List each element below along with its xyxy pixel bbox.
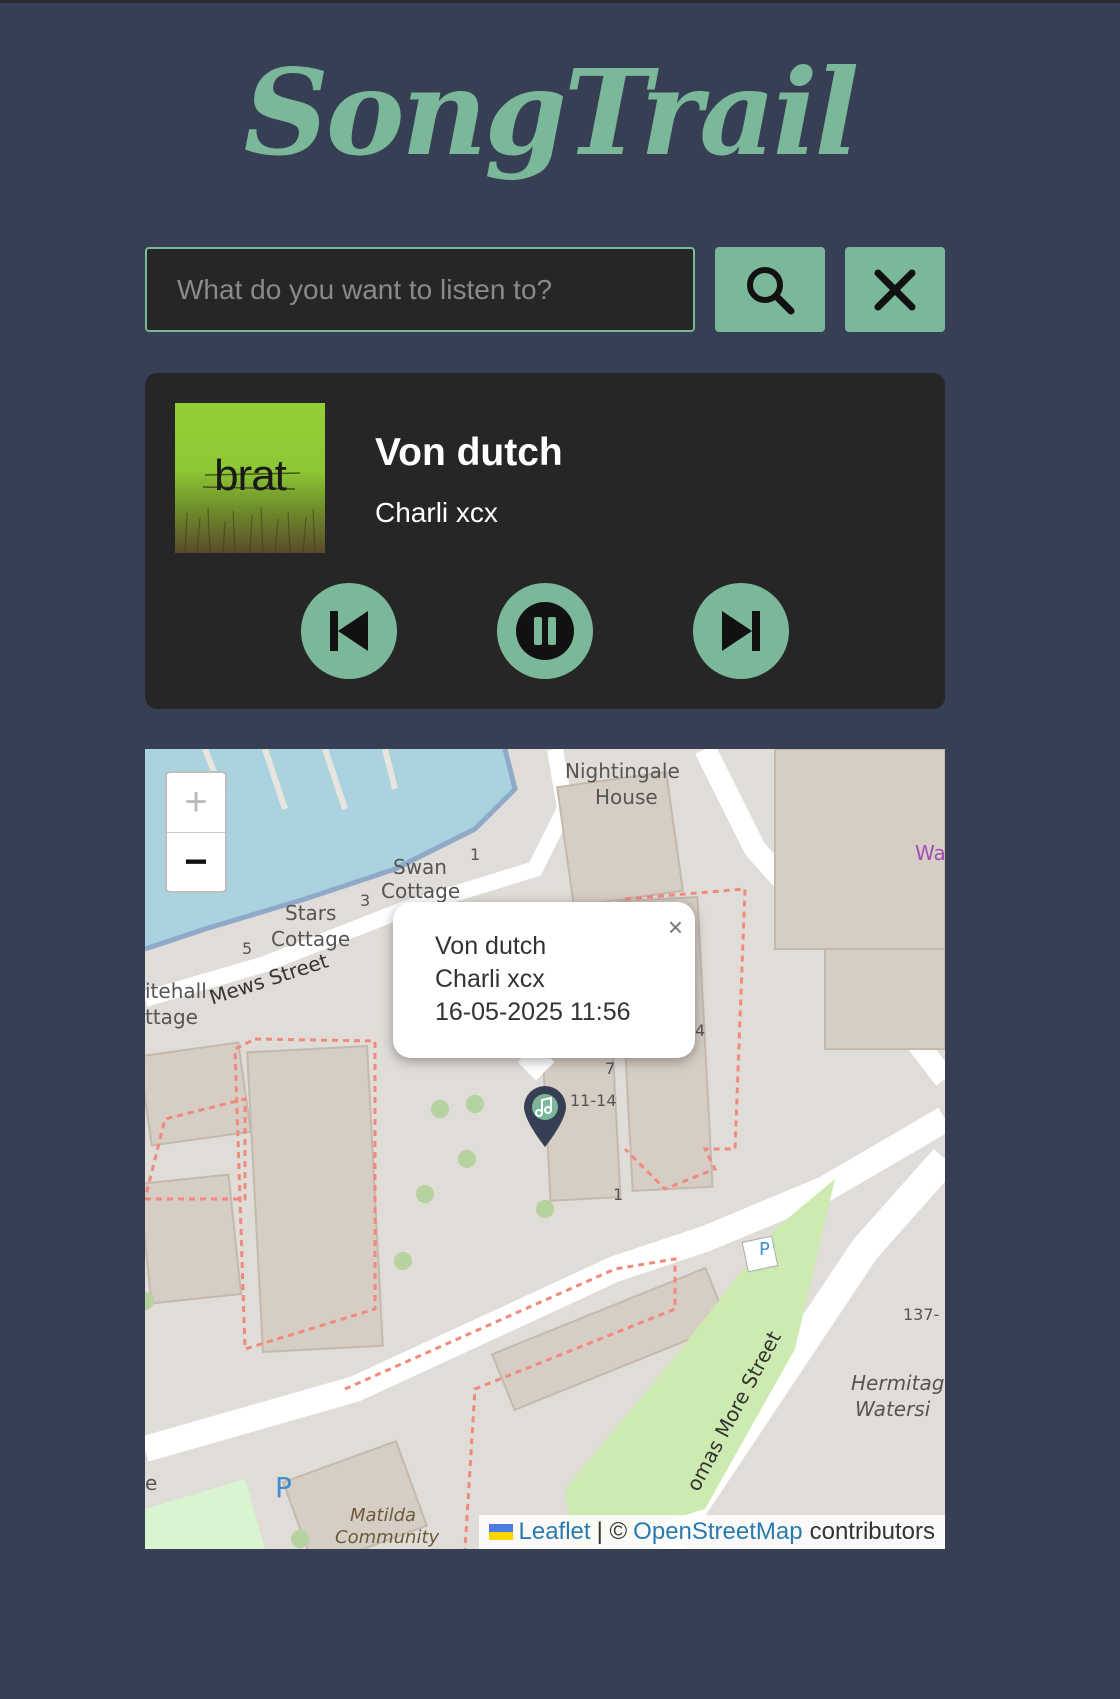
parking-label: P <box>759 1239 770 1260</box>
music-note-marker-icon[interactable] <box>522 1085 568 1149</box>
parking-label: P <box>275 1471 292 1504</box>
map-label-matilda: Matilda <box>350 1505 417 1526</box>
map-label-itehall: itehall <box>145 979 207 1003</box>
map-label-stars: Stars <box>285 901 337 925</box>
map-label-number: 11-14 <box>570 1091 617 1110</box>
album-cover: brat <box>175 403 325 553</box>
ukraine-flag-icon <box>488 1524 513 1540</box>
map-label-cottage-2: Cottage <box>271 927 351 951</box>
map-label-wa: Wa <box>915 841 945 865</box>
skip-next-icon <box>722 611 760 651</box>
map-label-number: 3 <box>360 891 371 910</box>
zoom-in-button[interactable]: + <box>167 773 225 833</box>
search-input[interactable] <box>145 247 695 332</box>
map-label-community: Community <box>335 1527 440 1548</box>
map-label-number: 5 <box>242 939 253 958</box>
now-playing-card: brat Von dutch Charli xcx <box>145 373 945 709</box>
pause-button[interactable] <box>497 583 593 679</box>
map-label-house: House <box>595 785 658 809</box>
popup-close-button[interactable]: × <box>668 912 683 943</box>
map-label-number: 1 <box>613 1185 624 1204</box>
map[interactable]: Nightingale House Swan Cottage Stars Cot… <box>145 749 945 1549</box>
map-attribution: Leaflet | © OpenStreetMap contributors <box>478 1515 945 1549</box>
map-label-waterside: Watersi <box>855 1397 931 1421</box>
map-label-ttage: ttage <box>145 1005 198 1029</box>
map-label-number: 137- <box>903 1305 940 1324</box>
map-label-cottage-1: Cottage <box>381 879 461 903</box>
song-artist: Charli xcx <box>375 497 498 528</box>
app-logo: SongTrail <box>243 43 860 182</box>
map-label-number: 1 <box>470 845 481 864</box>
popup-song-title: Von dutch <box>435 932 547 960</box>
map-popup: × Von dutch Charli xcx 16-05-2025 11:56 <box>393 902 695 1058</box>
previous-button[interactable] <box>301 583 397 679</box>
pause-icon <box>516 602 574 660</box>
popup-artist: Charli xcx <box>435 965 545 993</box>
search-button[interactable] <box>715 247 825 332</box>
leaflet-link[interactable]: Leaflet <box>519 1518 591 1546</box>
openstreetmap-link[interactable]: OpenStreetMap <box>633 1518 802 1546</box>
clear-button[interactable] <box>845 247 945 332</box>
map-label-nightingale: Nightingale <box>565 759 680 783</box>
album-cover-title: brat <box>214 451 287 500</box>
attribution-separator: | © <box>596 1518 628 1545</box>
search-icon <box>747 266 795 314</box>
map-label-edge: e <box>145 1471 158 1495</box>
song-title: Von dutch <box>375 431 563 474</box>
map-label-number: 4 <box>695 1021 706 1040</box>
close-icon <box>874 269 916 310</box>
attribution-contributors: contributors <box>809 1518 935 1545</box>
map-label-number: 7 <box>605 1059 616 1078</box>
zoom-control: + − <box>165 771 227 893</box>
map-tiles <box>145 749 945 1549</box>
zoom-out-button[interactable]: − <box>167 833 225 892</box>
popup-timestamp: 16-05-2025 11:56 <box>435 998 631 1026</box>
skip-previous-icon <box>330 611 368 651</box>
next-button[interactable] <box>693 583 789 679</box>
map-label-hermitage: Hermitag <box>851 1371 945 1395</box>
map-label-swan: Swan <box>393 855 447 879</box>
